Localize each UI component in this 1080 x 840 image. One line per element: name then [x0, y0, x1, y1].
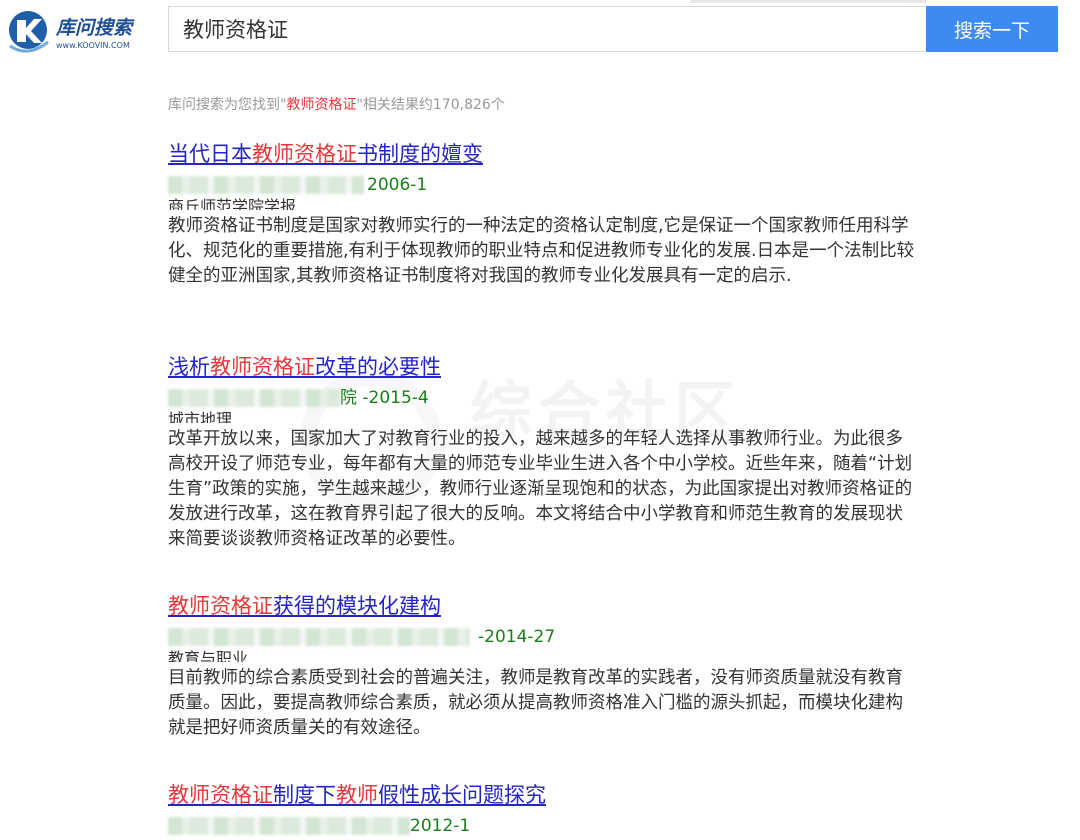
- search-result: 教师资格证获得的模块化建构 -2014-27 教育与职业 目前教师的综合素质受到…: [168, 592, 928, 741]
- search-result: 当代日本教师资格证书制度的嬗变 2006-1 商丘师范学院学报 教师资格证书制度…: [168, 140, 928, 289]
- logo-text: 库问搜索: [55, 17, 135, 39]
- result-journal: 城市地理: [168, 410, 233, 423]
- search-button[interactable]: 搜索一下: [926, 6, 1058, 52]
- result-title-link[interactable]: 教师资格证制度下教师假性成长问题探究: [168, 783, 546, 807]
- result-title-link[interactable]: 教师资格证获得的模块化建构: [168, 594, 441, 618]
- search-result: 教师资格证制度下教师假性成长问题探究 2012-1: [168, 781, 928, 839]
- result-date: 院 -2015-4: [340, 388, 429, 408]
- result-date: -2014-27: [478, 627, 556, 647]
- result-title-link[interactable]: 当代日本教师资格证书制度的嬗变: [168, 142, 483, 166]
- result-date: 2012-1: [410, 816, 471, 836]
- blurred-author: [168, 389, 340, 407]
- search-result: 浅析教师资格证改革的必要性 院 -2015-4 城市地理 改革开放以来，国家加大…: [168, 353, 928, 552]
- top-bar: 库问搜索 www.KOOVIN.COM 搜索一下: [0, 0, 1080, 62]
- result-journal: 商丘师范学院学报: [168, 197, 297, 210]
- blurred-author: [168, 176, 364, 194]
- result-meta: -2014-27: [168, 624, 928, 650]
- result-meta: 2006-1: [168, 172, 928, 198]
- result-count: 库问搜索为您找到"教师资格证"相关结果约170,826个: [168, 97, 505, 113]
- site-logo[interactable]: 库问搜索 www.KOOVIN.COM: [4, 6, 156, 56]
- result-meta: 2012-1: [168, 813, 928, 839]
- result-count-keyword: 教师资格证: [286, 97, 357, 113]
- result-abstract: 改革开放以来，国家加大了对教育行业的投入，越来越多的年轻人选择从事教师行业。为此…: [168, 429, 913, 549]
- result-abstract: 目前教师的综合素质受到社会的普遍关注，教师是教育改革的实践者，没有师资质量就没有…: [168, 668, 903, 738]
- result-date: 2006-1: [367, 175, 428, 195]
- dropdown-shadow: [690, 0, 926, 3]
- result-meta: 院 -2015-4: [168, 385, 928, 411]
- search-input[interactable]: [168, 6, 925, 52]
- result-abstract: 教师资格证书制度是国家对教师实行的一种法定的资格认定制度,它是保证一个国家教师任…: [168, 216, 915, 286]
- blurred-author: [168, 817, 410, 835]
- result-journal: 教育与职业: [168, 649, 249, 662]
- logo-domain: www.KOOVIN.COM: [56, 41, 130, 50]
- result-title-link[interactable]: 浅析教师资格证改革的必要性: [168, 355, 441, 379]
- blurred-author: [168, 628, 470, 646]
